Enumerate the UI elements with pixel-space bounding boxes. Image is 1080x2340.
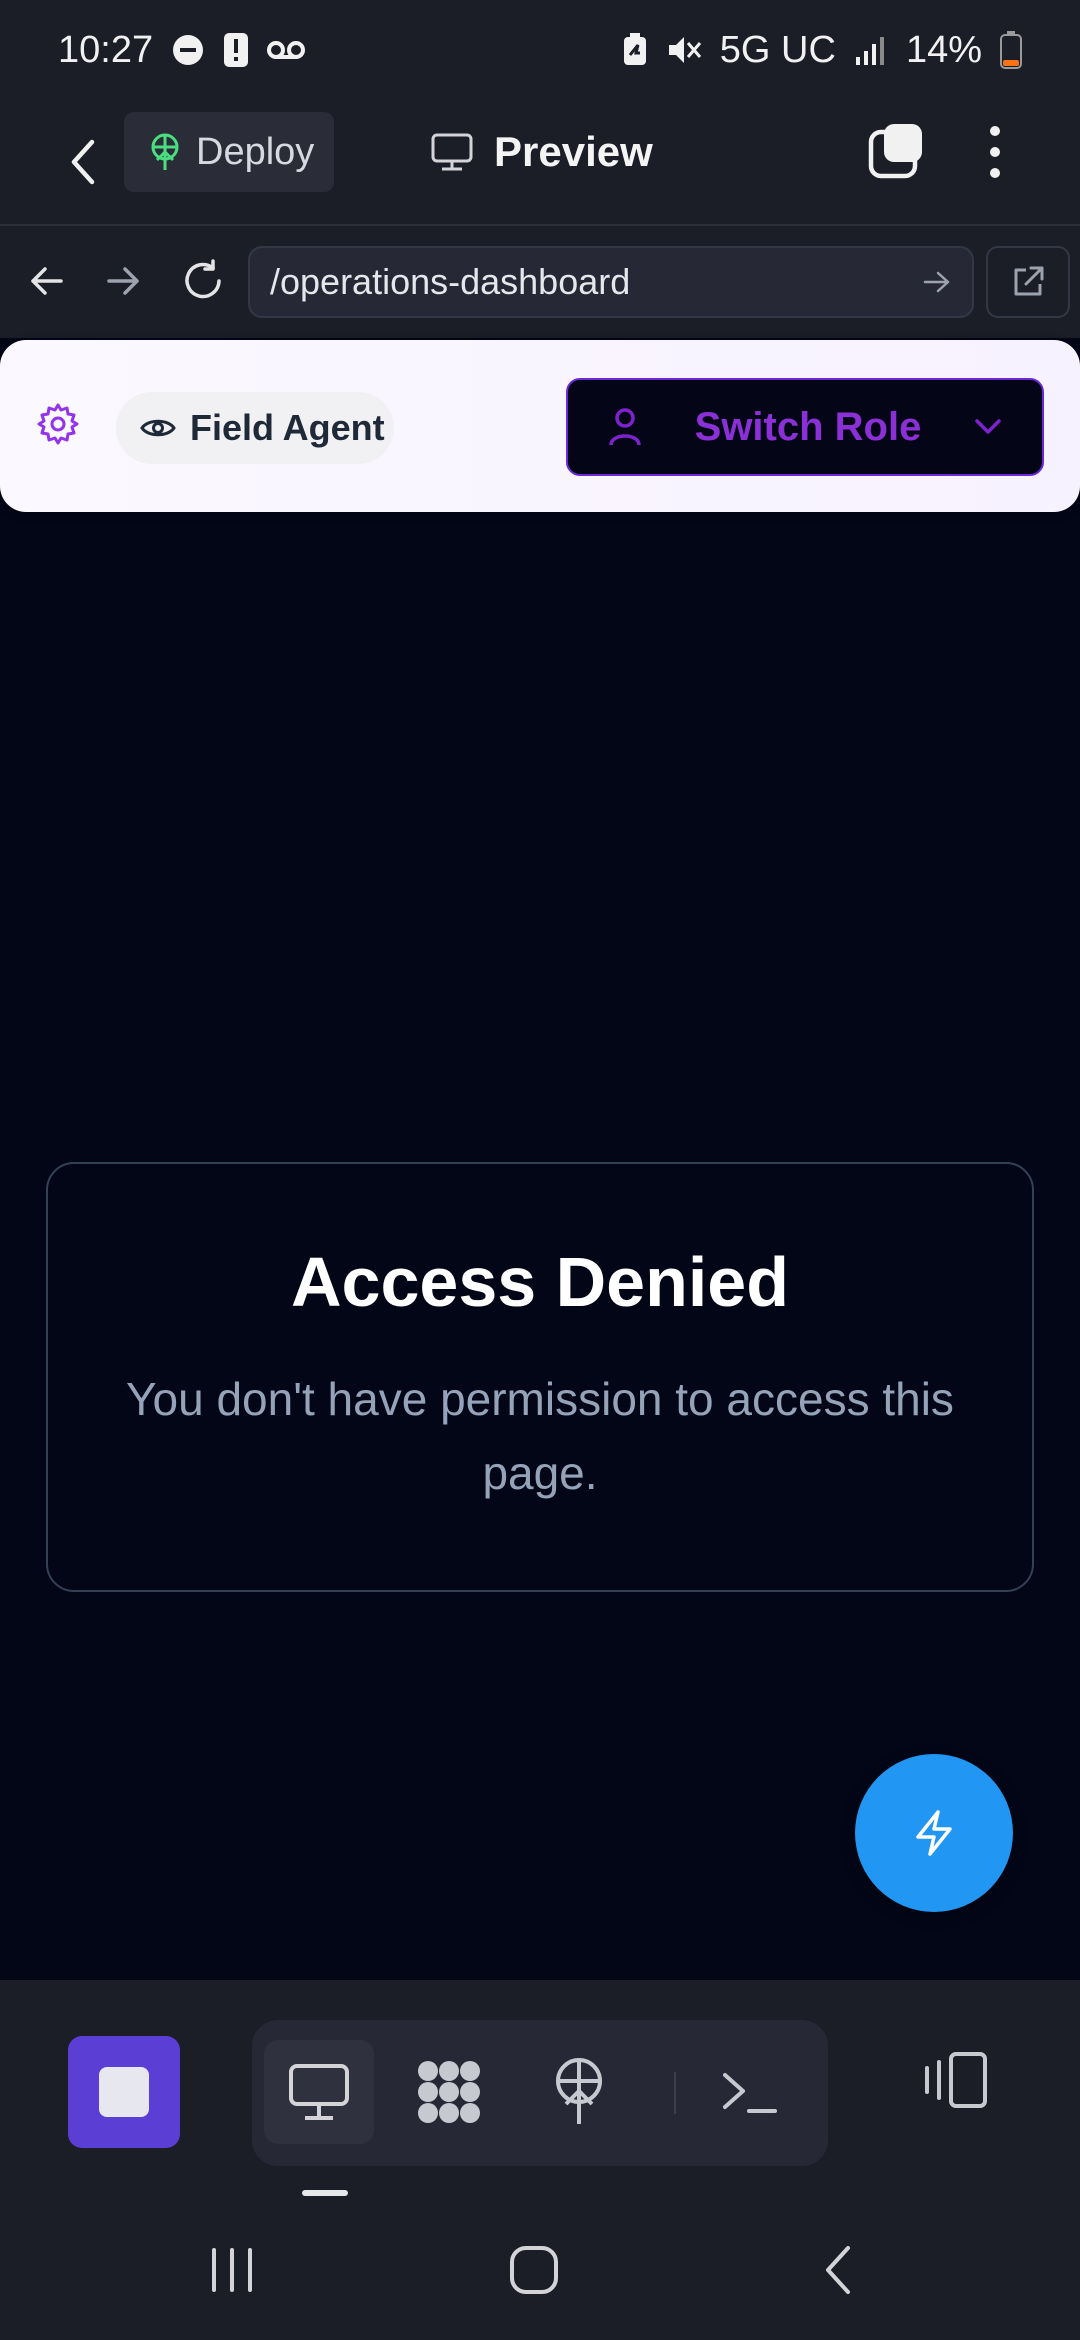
role-bar: Field Agent Switch Role bbox=[0, 340, 1080, 512]
alert-icon bbox=[223, 32, 249, 68]
devices-icon bbox=[925, 2052, 987, 2108]
monitor-icon bbox=[289, 2064, 349, 2120]
recents-icon bbox=[212, 2248, 252, 2292]
deploy-label: Deploy bbox=[196, 130, 315, 173]
tool-separator bbox=[674, 2072, 676, 2114]
tabs-button[interactable] bbox=[868, 122, 926, 180]
arrow-left-icon bbox=[31, 267, 63, 295]
dot bbox=[990, 147, 1000, 157]
deploy-button[interactable]: Deploy bbox=[124, 112, 334, 192]
recents-button[interactable] bbox=[192, 2240, 272, 2300]
current-role-badge: Field Agent bbox=[116, 392, 394, 464]
settings-button[interactable] bbox=[36, 402, 80, 446]
open-external-button[interactable] bbox=[986, 246, 1070, 318]
arrow-right-icon bbox=[107, 267, 139, 295]
tool-preview[interactable] bbox=[264, 2040, 374, 2144]
battery-percent: 14% bbox=[905, 28, 982, 71]
reload-button[interactable] bbox=[176, 254, 230, 308]
more-options-button[interactable] bbox=[980, 122, 1010, 182]
active-tab-indicator bbox=[302, 2190, 348, 2196]
stop-icon bbox=[99, 2067, 149, 2117]
bottom-toolbar bbox=[0, 1980, 1080, 2200]
do-not-disturb-icon bbox=[171, 33, 205, 67]
mute-icon bbox=[666, 33, 702, 67]
chevron-left-icon bbox=[71, 139, 95, 185]
terminal-icon bbox=[723, 2073, 777, 2113]
home-button[interactable] bbox=[494, 2240, 574, 2300]
battery-saver-icon bbox=[622, 33, 648, 67]
access-denied-card: Access Denied You don't have permission … bbox=[46, 1162, 1034, 1592]
lightning-icon bbox=[916, 1810, 952, 1856]
deploy-icon bbox=[151, 133, 179, 170]
clock: 10:27 bbox=[58, 28, 154, 71]
signal-icon bbox=[854, 35, 888, 65]
dot bbox=[990, 126, 1000, 136]
preview-label: Preview bbox=[494, 128, 653, 175]
url-bar: /operations-dashboard bbox=[0, 226, 1080, 338]
voicemail-icon bbox=[267, 39, 306, 61]
reload-icon bbox=[185, 259, 221, 299]
page-content: Field Agent Switch Role Access Denied Yo… bbox=[0, 338, 1080, 1980]
external-link-icon bbox=[1014, 266, 1044, 296]
tool-apps[interactable] bbox=[394, 2040, 504, 2144]
tool-terminal[interactable] bbox=[694, 2040, 804, 2144]
browser-back-button[interactable] bbox=[20, 254, 74, 308]
go-arrow-icon[interactable] bbox=[922, 269, 952, 295]
device-toggle-button[interactable] bbox=[916, 2040, 996, 2120]
network-label: 5G UC bbox=[719, 28, 836, 71]
preview-title[interactable]: Preview bbox=[430, 122, 653, 182]
access-denied-title: Access Denied bbox=[290, 1243, 790, 1321]
deploy-icon bbox=[556, 2058, 602, 2124]
app-header: Deploy Preview bbox=[0, 100, 1080, 224]
chevron-down-icon bbox=[975, 419, 1001, 434]
switch-role-label: Switch Role bbox=[694, 404, 922, 449]
switch-role-dropdown[interactable]: Switch Role bbox=[566, 378, 1044, 476]
quick-action-button[interactable] bbox=[855, 1754, 1013, 1912]
eye-icon bbox=[140, 419, 176, 437]
chevron-left-icon bbox=[826, 2246, 850, 2294]
url-text: /operations-dashboard bbox=[270, 261, 631, 302]
tool-group bbox=[252, 2020, 828, 2166]
monitor-icon bbox=[431, 133, 473, 171]
user-icon bbox=[609, 408, 641, 446]
status-bar: 10:27 5G UC 14% bbox=[0, 0, 1080, 100]
current-role-label: Field Agent bbox=[190, 407, 385, 448]
access-denied-message: You don't have permission to access this… bbox=[126, 1373, 954, 1499]
dot bbox=[990, 168, 1000, 178]
tool-deploy[interactable] bbox=[524, 2040, 634, 2144]
back-button[interactable] bbox=[58, 130, 108, 194]
home-icon bbox=[510, 2246, 558, 2294]
system-navigation bbox=[0, 2200, 1080, 2340]
tabs-icon bbox=[868, 124, 922, 179]
url-input[interactable]: /operations-dashboard bbox=[248, 246, 974, 318]
browser-forward-button[interactable] bbox=[96, 254, 150, 308]
gear-icon bbox=[37, 403, 79, 445]
battery-icon bbox=[1000, 31, 1022, 69]
system-back-button[interactable] bbox=[798, 2240, 878, 2300]
apps-grid-icon bbox=[418, 2061, 480, 2123]
stop-button[interactable] bbox=[68, 2036, 180, 2148]
